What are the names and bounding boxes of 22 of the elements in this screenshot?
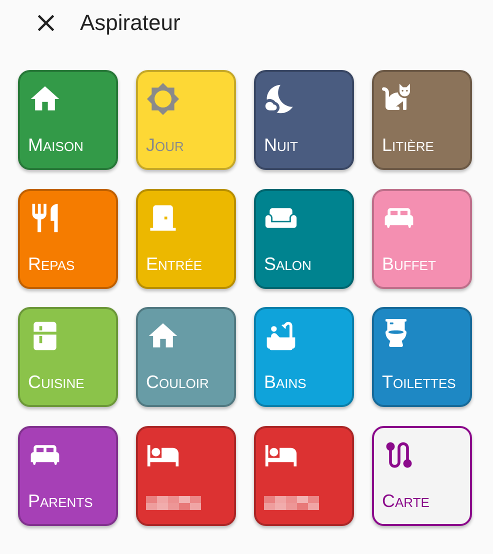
dialog-title: Aspirateur	[80, 10, 180, 36]
room-tile[interactable]: Salon	[254, 188, 354, 288]
redacted-label-drawing	[146, 496, 202, 510]
room-tile[interactable]: Nuit	[254, 70, 354, 170]
room-tile[interactable]: Bains	[254, 307, 354, 407]
bathtub-icon	[264, 319, 298, 353]
room-tile[interactable]: Couloir	[136, 307, 236, 407]
room-tile[interactable]: Entrée	[136, 188, 236, 288]
room-tile[interactable]: Repas	[18, 188, 118, 288]
redacted-label-drawing	[264, 496, 320, 510]
room-tile[interactable]: Buffet	[372, 188, 472, 288]
room-tile[interactable]: Litière	[372, 70, 472, 170]
room-tile[interactable]: Parents	[18, 426, 118, 526]
room-tile[interactable]: Toilettes	[372, 307, 472, 407]
room-tile[interactable]: Cuisine	[18, 307, 118, 407]
room-tile[interactable]: Jour	[136, 70, 236, 170]
room-tile[interactable]	[254, 426, 354, 526]
room-tile[interactable]: Maison	[18, 70, 118, 170]
room-tile[interactable]	[136, 426, 236, 526]
cat-icon	[382, 82, 410, 110]
room-tile[interactable]: Carte	[372, 426, 472, 526]
sun-icon	[146, 82, 180, 116]
